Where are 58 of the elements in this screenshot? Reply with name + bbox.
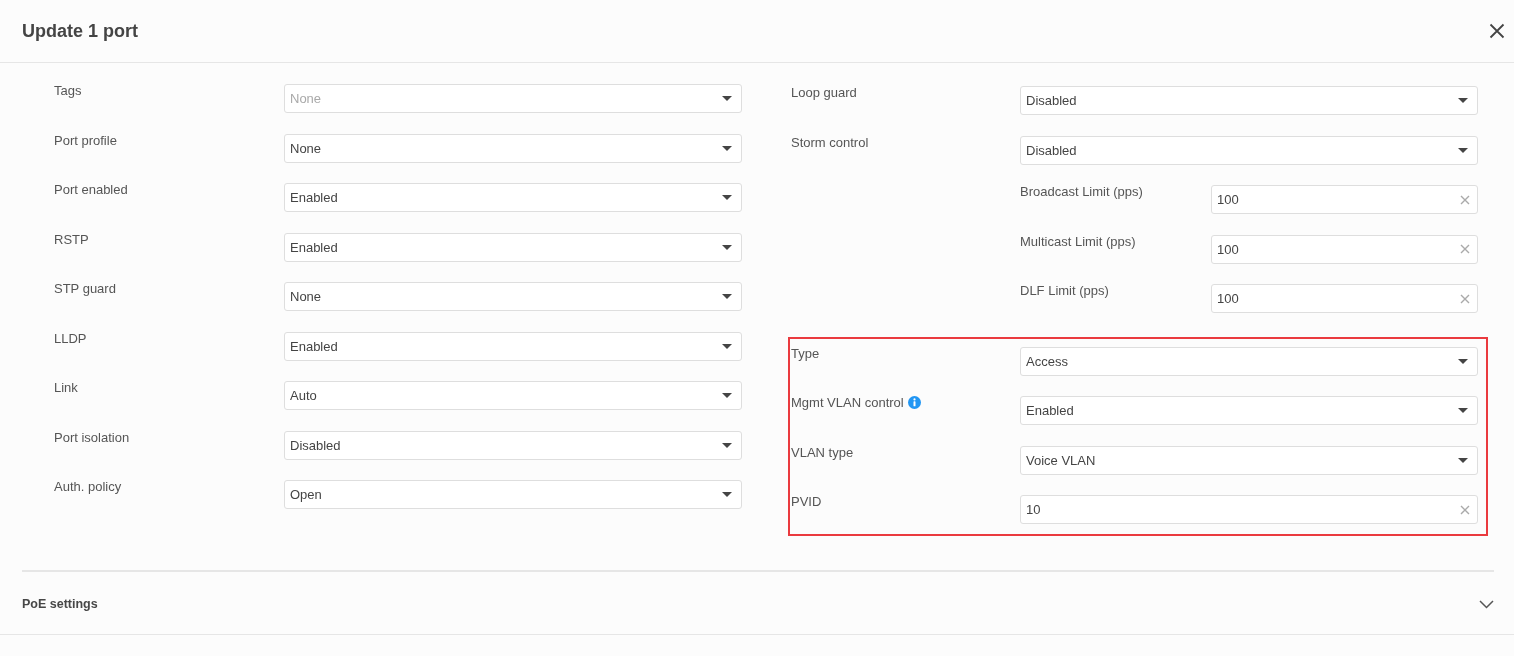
field-label: DLF Limit (pps)	[1020, 284, 1109, 297]
field-label: Type	[791, 346, 820, 360]
dropdown[interactable]: Auto	[284, 381, 742, 410]
close-icon	[1489, 23, 1505, 39]
caret-icon	[1458, 457, 1468, 463]
caret-icon	[722, 294, 732, 299]
field-label: STP guard	[54, 282, 116, 295]
dropdown[interactable]: Voice VLAN	[1020, 445, 1478, 475]
caret-icon	[722, 343, 732, 349]
field-label: Link	[54, 381, 78, 394]
text-field[interactable]: 100	[1211, 185, 1478, 214]
dropdown[interactable]: Enabled	[284, 232, 742, 262]
caret-icon	[1458, 98, 1468, 103]
text-field[interactable]: 10	[1020, 495, 1478, 524]
clear-icon[interactable]	[1460, 194, 1470, 205]
field-label: Auth. policy	[54, 480, 122, 493]
caret-icon	[722, 195, 732, 200]
field-label: RSTP	[54, 232, 89, 246]
field-label: Broadcast Limit (pps)	[1020, 185, 1143, 198]
dropdown[interactable]: Disabled	[284, 430, 742, 460]
dropdown[interactable]: Enabled	[284, 183, 742, 212]
field-label: Tags	[54, 84, 82, 97]
field-label: LLDP	[54, 331, 87, 345]
field-label: VLAN type	[791, 445, 854, 459]
text-field[interactable]: 100	[1211, 234, 1478, 264]
caret-icon	[1458, 358, 1468, 364]
clear-icon[interactable]	[1460, 504, 1470, 515]
field-label: PVID	[791, 495, 822, 508]
field-label: Port profile	[54, 133, 117, 147]
dropdown[interactable]: Enabled	[284, 331, 742, 361]
info-icon[interactable]	[907, 396, 921, 409]
text-field[interactable]: 100	[1211, 284, 1478, 313]
section-header[interactable]: PoE settings	[0, 572, 1514, 635]
dialog-title: Update 1 port	[22, 20, 138, 42]
field-label: Loop guard	[791, 86, 857, 99]
field-label: Mgmt VLAN control	[791, 396, 904, 409]
dropdown[interactable]: Disabled	[1020, 135, 1478, 165]
field-label: Port enabled	[54, 183, 128, 196]
caret-icon	[722, 96, 732, 101]
clear-icon[interactable]	[1460, 293, 1470, 304]
dropdown[interactable]: Disabled	[1020, 86, 1478, 115]
dropdown[interactable]: None	[284, 133, 742, 163]
clear-icon[interactable]	[1460, 244, 1470, 254]
caret-icon	[1458, 408, 1468, 413]
dropdown[interactable]: Enabled	[1020, 396, 1478, 425]
dropdown[interactable]: Access	[1020, 346, 1478, 376]
field-label: Multicast Limit (pps)	[1020, 234, 1136, 248]
dropdown[interactable]: None	[284, 282, 742, 311]
caret-icon	[722, 393, 732, 398]
caret-icon	[722, 492, 732, 497]
caret-icon	[1458, 147, 1468, 153]
close-button[interactable]	[1489, 23, 1505, 39]
caret-icon	[722, 145, 732, 151]
field-label: Storm control	[791, 135, 869, 149]
dropdown[interactable]: Open	[284, 480, 742, 509]
caret-icon	[722, 442, 732, 448]
field-label: Port isolation	[54, 430, 130, 444]
caret-icon	[722, 244, 732, 250]
